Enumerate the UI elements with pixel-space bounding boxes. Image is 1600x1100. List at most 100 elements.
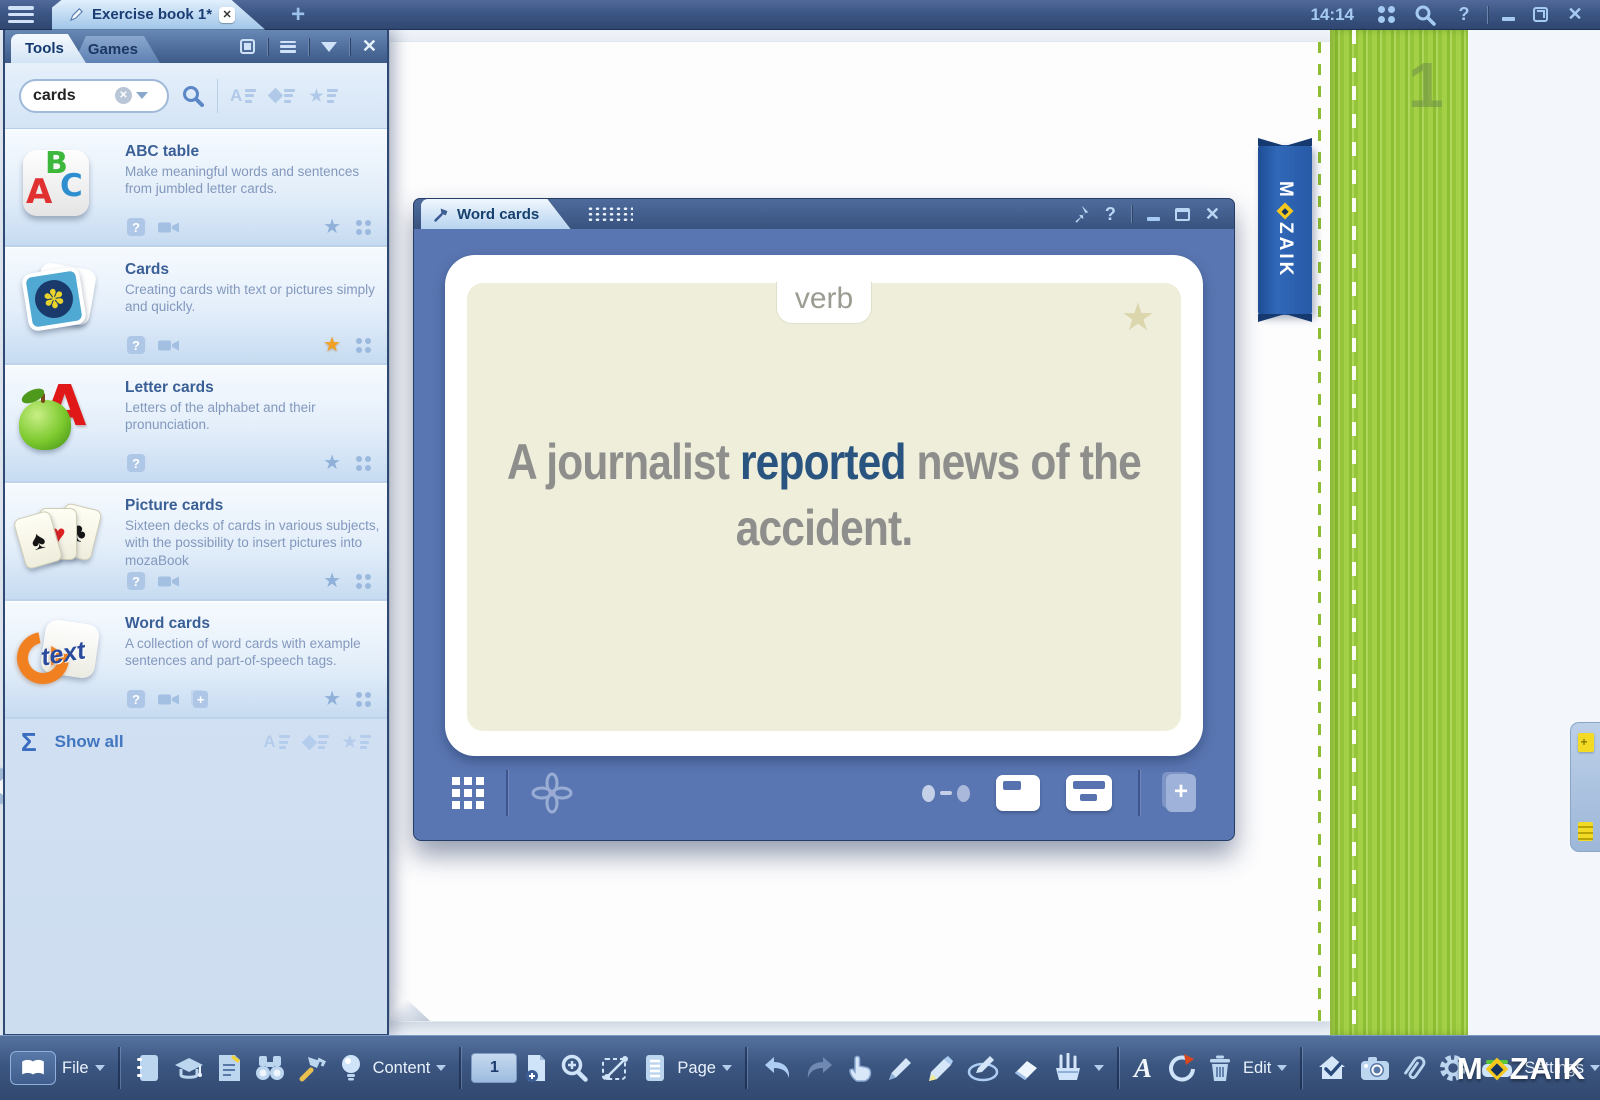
sort-by-type-icon[interactable] — [270, 89, 295, 103]
tool-help-icon[interactable]: ? — [127, 454, 145, 472]
pair-cards-icon[interactable] — [922, 785, 970, 802]
sort-by-favorites-icon[interactable]: ★ — [343, 732, 371, 752]
search-input[interactable] — [33, 87, 111, 105]
word-cards-window-tab[interactable]: Word cards — [421, 199, 571, 230]
ideas-button[interactable] — [335, 1046, 367, 1090]
tool-item-word-cards[interactable]: text Word cards A collection of word car… — [5, 601, 387, 719]
add-page-button[interactable] — [520, 1046, 552, 1090]
close-document-icon[interactable]: ✕ — [219, 7, 235, 23]
pen-button[interactable] — [880, 1046, 918, 1090]
delete-button[interactable] — [1203, 1046, 1237, 1090]
word-card[interactable]: verb ★ A journalist reported news of the… — [445, 255, 1203, 756]
card-back-design-icon[interactable] — [530, 771, 574, 815]
tool-options-icon[interactable] — [356, 220, 371, 235]
card-list-view-icon[interactable] — [1066, 775, 1112, 811]
content-menu[interactable]: Content — [373, 1059, 447, 1078]
rotate-button[interactable] — [1160, 1046, 1200, 1090]
eraser-button[interactable] — [1007, 1046, 1045, 1090]
marker-tool-button[interactable] — [962, 1046, 1004, 1090]
mozaik-bookmark-ribbon[interactable]: MZAIK — [1258, 145, 1312, 315]
attachment-button[interactable] — [1398, 1046, 1430, 1090]
open-book-button[interactable] — [10, 1051, 56, 1085]
sort-alphabetical-icon[interactable]: A — [263, 732, 289, 752]
document-tab[interactable]: Exercise book 1* ✕ — [52, 0, 265, 30]
window-maximize-icon[interactable] — [1175, 208, 1190, 221]
notebook-button[interactable] — [130, 1046, 166, 1090]
edit-menu[interactable]: Edit — [1243, 1059, 1287, 1078]
drawing-tools-dropdown[interactable] — [1094, 1065, 1104, 1071]
tool-video-icon[interactable] — [158, 574, 180, 589]
page-menu[interactable]: Page — [677, 1059, 732, 1078]
favorite-star-icon-active[interactable]: ★ — [323, 335, 341, 355]
favorite-star-icon[interactable]: ★ — [323, 689, 341, 709]
pointer-hand-button[interactable] — [843, 1046, 877, 1090]
page-list-button[interactable] — [639, 1046, 671, 1090]
show-all-button[interactable]: Show all — [55, 732, 124, 752]
tool-item-letter-cards[interactable]: A Letter cards Letters of the alphabet a… — [5, 365, 387, 483]
media-search-button[interactable] — [249, 1046, 291, 1090]
window-minimize-icon[interactable] — [1147, 217, 1160, 221]
close-panel-icon[interactable]: ✕ — [362, 36, 377, 57]
search-button[interactable] — [1409, 0, 1441, 37]
insert-card-icon[interactable] — [1166, 774, 1196, 812]
tool-item-picture-cards[interactable]: ♣ ♥ ♠ Picture cards Sixteen decks of car… — [5, 483, 387, 601]
search-box[interactable]: ✕ — [19, 79, 169, 113]
new-page-icon[interactable] — [1578, 733, 1594, 752]
tool-help-icon[interactable]: ? — [127, 572, 145, 590]
clear-search-icon[interactable]: ✕ — [115, 87, 132, 104]
favorite-star-icon[interactable]: ★ — [323, 217, 341, 237]
education-button[interactable] — [169, 1046, 209, 1090]
tool-video-icon[interactable] — [158, 692, 180, 707]
minimize-button[interactable] — [1498, 0, 1519, 37]
tool-help-icon[interactable]: ? — [127, 690, 145, 708]
detach-panel-icon[interactable] — [240, 39, 255, 54]
restore-window-button[interactable] — [1529, 0, 1552, 37]
collapse-panel-icon[interactable] — [321, 42, 337, 52]
word-cards-titlebar[interactable]: Word cards ? ✕ — [413, 198, 1235, 229]
file-menu[interactable]: File — [62, 1059, 105, 1078]
tool-options-icon[interactable] — [356, 574, 371, 589]
card-front-view-icon[interactable] — [996, 775, 1040, 811]
tool-item-abc-table[interactable]: ABC ABC table Make meaningful words and … — [5, 129, 387, 247]
clipboard-slideout-panel[interactable] — [1570, 722, 1600, 852]
help-button[interactable]: ? — [1451, 4, 1477, 25]
text-tool-button[interactable]: A — [1129, 1046, 1157, 1090]
pin-window-icon[interactable] — [1070, 204, 1090, 224]
page-number-box[interactable]: 1 — [471, 1053, 517, 1083]
search-history-icon[interactable] — [136, 92, 148, 99]
tab-games[interactable]: Games — [74, 36, 160, 63]
sort-by-type-icon[interactable] — [304, 735, 329, 749]
measure-button[interactable] — [596, 1046, 636, 1090]
window-close-icon[interactable]: ✕ — [1205, 204, 1220, 225]
tool-video-icon[interactable] — [158, 220, 180, 235]
new-tab-button[interactable]: + — [291, 3, 305, 27]
tools-button[interactable] — [294, 1046, 332, 1090]
grid-view-icon[interactable] — [452, 777, 484, 809]
tool-help-icon[interactable]: ? — [127, 336, 145, 354]
sort-alphabetical-icon[interactable]: A — [230, 86, 256, 106]
camera-button[interactable] — [1355, 1046, 1395, 1090]
mozaik-logo[interactable]: MZAIK — [1457, 1036, 1586, 1100]
tool-options-icon[interactable] — [356, 338, 371, 353]
tool-video-icon[interactable] — [158, 338, 180, 353]
lesson-plan-button[interactable] — [212, 1046, 246, 1090]
list-view-icon[interactable] — [280, 41, 296, 53]
tab-tools[interactable]: Tools — [11, 34, 86, 63]
add-to-book-icon[interactable]: + — [193, 691, 208, 708]
homework-check-button[interactable] — [1312, 1046, 1352, 1090]
clipboard-icon[interactable] — [1578, 822, 1593, 841]
undo-button[interactable] — [757, 1046, 797, 1090]
tool-options-icon[interactable] — [356, 456, 371, 471]
tool-help-icon[interactable]: ? — [127, 218, 145, 236]
tool-options-icon[interactable] — [356, 692, 371, 707]
card-star-icon[interactable]: ★ — [1121, 295, 1155, 340]
favorite-star-icon[interactable]: ★ — [323, 571, 341, 591]
favorite-star-icon[interactable]: ★ — [323, 453, 341, 473]
zoom-button[interactable] — [555, 1046, 593, 1090]
main-menu-icon[interactable] — [8, 6, 34, 23]
highlighter-button[interactable] — [921, 1046, 959, 1090]
sort-by-favorites-icon[interactable]: ★ — [309, 86, 337, 106]
search-submit-icon[interactable] — [181, 84, 205, 108]
tool-item-cards[interactable]: ✽ Cards Creating cards with text or pict… — [5, 247, 387, 365]
window-help-icon[interactable]: ? — [1105, 204, 1116, 225]
